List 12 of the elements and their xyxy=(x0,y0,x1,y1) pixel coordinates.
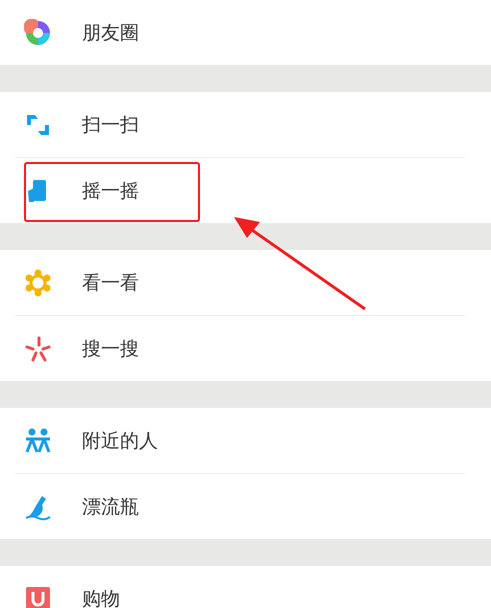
flower-icon xyxy=(24,268,52,296)
menu-item[interactable]: 扫一扫 xyxy=(82,112,139,138)
menu-item[interactable]: 漂流瓶 xyxy=(82,494,139,520)
menu-item[interactable]: 看一看 xyxy=(82,270,139,296)
sparkle-icon xyxy=(24,334,52,362)
menu-item[interactable]: 附近的人 xyxy=(82,428,158,454)
menu-item[interactable]: 购物 xyxy=(82,586,120,608)
menu-item[interactable]: 摇一摇 xyxy=(82,178,139,204)
menu-item[interactable]: 搜一搜 xyxy=(82,336,139,362)
people-icon xyxy=(24,426,52,454)
aperture-icon xyxy=(24,18,52,46)
menu-item[interactable]: 朋友圈 xyxy=(82,20,139,46)
